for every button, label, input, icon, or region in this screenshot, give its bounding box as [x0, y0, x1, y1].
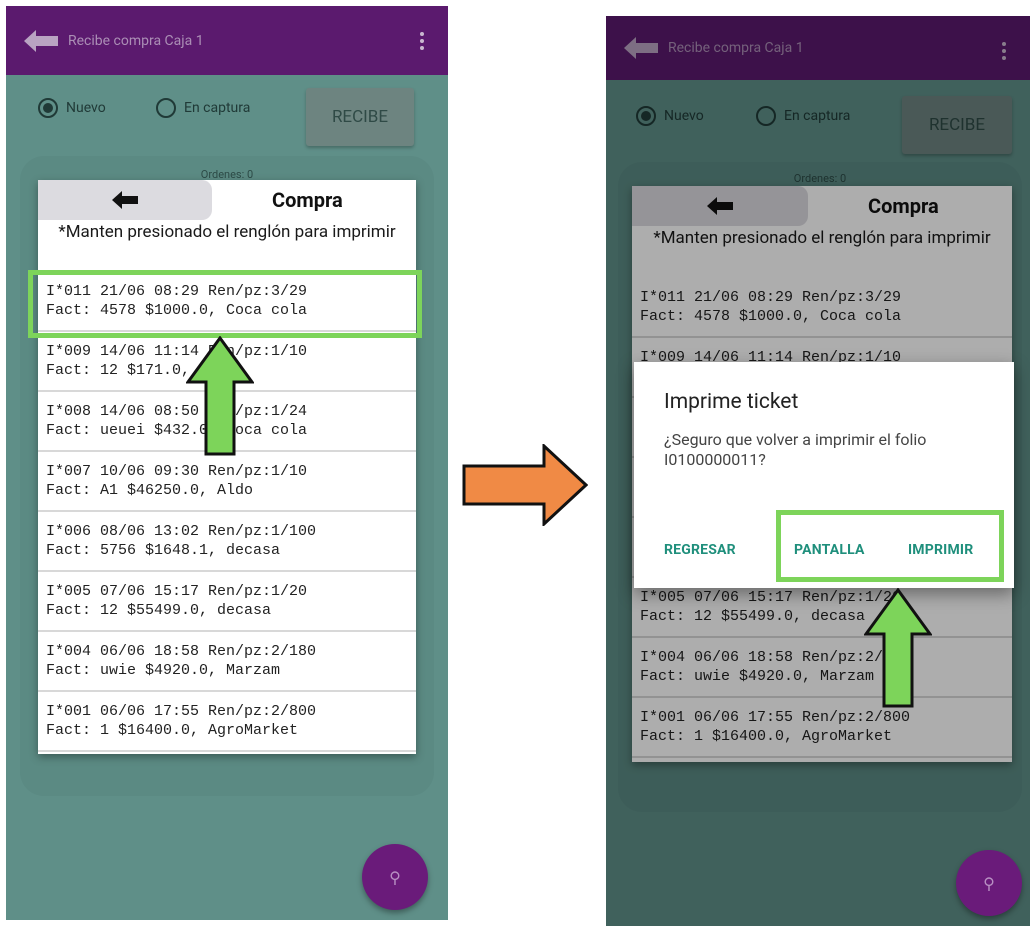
phone-screen-dialog: Recibe compra Caja 1 Nuevo En captura RE… [606, 16, 1030, 926]
list-item-line1: I*004 06/06 18:58 Ren/pz:2/180 [46, 643, 317, 660]
radio-en-captura[interactable]: En captura [156, 98, 250, 118]
list-item-line2: Fact: A1 $46250.0, Aldo [46, 482, 254, 499]
regresar-button[interactable]: REGRESAR [664, 542, 736, 558]
list-item-line1: I*005 07/06 15:17 Ren/pz:1/20 [46, 583, 308, 600]
list-item-line2: Fact: 12 $55499.0, decasa [46, 602, 272, 619]
dialog-title: Imprime ticket [664, 390, 799, 414]
right-arrow-icon [462, 444, 588, 526]
search-icon: ⚲ [983, 873, 995, 893]
list-item-line1: I*006 08/06 13:02 Ren/pz:1/100 [46, 523, 317, 540]
sheet-header: Compra [38, 180, 416, 222]
list-item[interactable]: I*006 08/06 13:02 Ren/pz:1/100 Fact: 5756… [38, 512, 416, 572]
more-vert-icon[interactable] [420, 32, 426, 53]
up-arrow-icon [186, 336, 254, 456]
instruction-text: *Manten presionado el renglón para impri… [58, 222, 396, 242]
list-item-line1: I*007 10/06 09:30 Ren/pz:1/10 [46, 463, 308, 480]
radio-checked-icon [38, 98, 58, 118]
back-arrow-icon[interactable] [24, 29, 58, 52]
row-highlight [28, 270, 422, 338]
list-item-line2: Fact: 5756 $1648.1, decasa [46, 542, 281, 559]
purchase-sheet: Compra *Manten presionado el renglón par… [38, 180, 416, 754]
list-item-line2: Fact: 1 $16400.0, AgroMarket [46, 722, 299, 739]
radio-nuevo[interactable]: Nuevo [38, 98, 106, 118]
radio-nuevo-label: Nuevo [66, 100, 106, 116]
dialog-message: ¿Seguro que volver a imprimir el folio I… [664, 430, 927, 469]
up-arrow-icon [864, 588, 932, 708]
list-item-line1: I*001 06/06 17:55 Ren/pz:2/800 [46, 703, 317, 720]
search-fab[interactable]: ⚲ [956, 850, 1022, 916]
buttons-highlight [776, 510, 1004, 582]
back-arrow-icon [112, 191, 138, 209]
list-item[interactable]: I*005 07/06 15:17 Ren/pz:1/20 Fact: 12 $5… [38, 572, 416, 632]
radio-en-captura-label: En captura [184, 100, 251, 116]
phone-screen-list: Recibe compra Caja 1 Nuevo En captura RE… [6, 6, 448, 920]
search-icon: ⚲ [389, 867, 401, 887]
list-item[interactable]: I*007 10/06 09:30 Ren/pz:1/10 Fact: A1 $4… [38, 452, 416, 512]
print-dialog: Imprime ticket ¿Seguro que volver a impr… [634, 362, 1014, 588]
list-item[interactable]: I*001 06/06 17:55 Ren/pz:2/800 Fact: 1 $1… [38, 692, 416, 752]
list-item[interactable]: I*004 06/06 18:58 Ren/pz:2/180 Fact: uwie… [38, 632, 416, 692]
sheet-title: Compra [272, 188, 343, 212]
sheet-back-button[interactable] [38, 180, 212, 220]
list-item-line2: Fact: uwie $4920.0, Marzam [46, 662, 281, 679]
recibe-button[interactable]: RECIBE [306, 88, 414, 146]
app-title: Recibe compra Caja 1 [68, 32, 204, 49]
search-fab[interactable]: ⚲ [362, 844, 428, 910]
app-bar: Recibe compra Caja 1 [6, 6, 448, 75]
radio-unchecked-icon [156, 98, 176, 118]
